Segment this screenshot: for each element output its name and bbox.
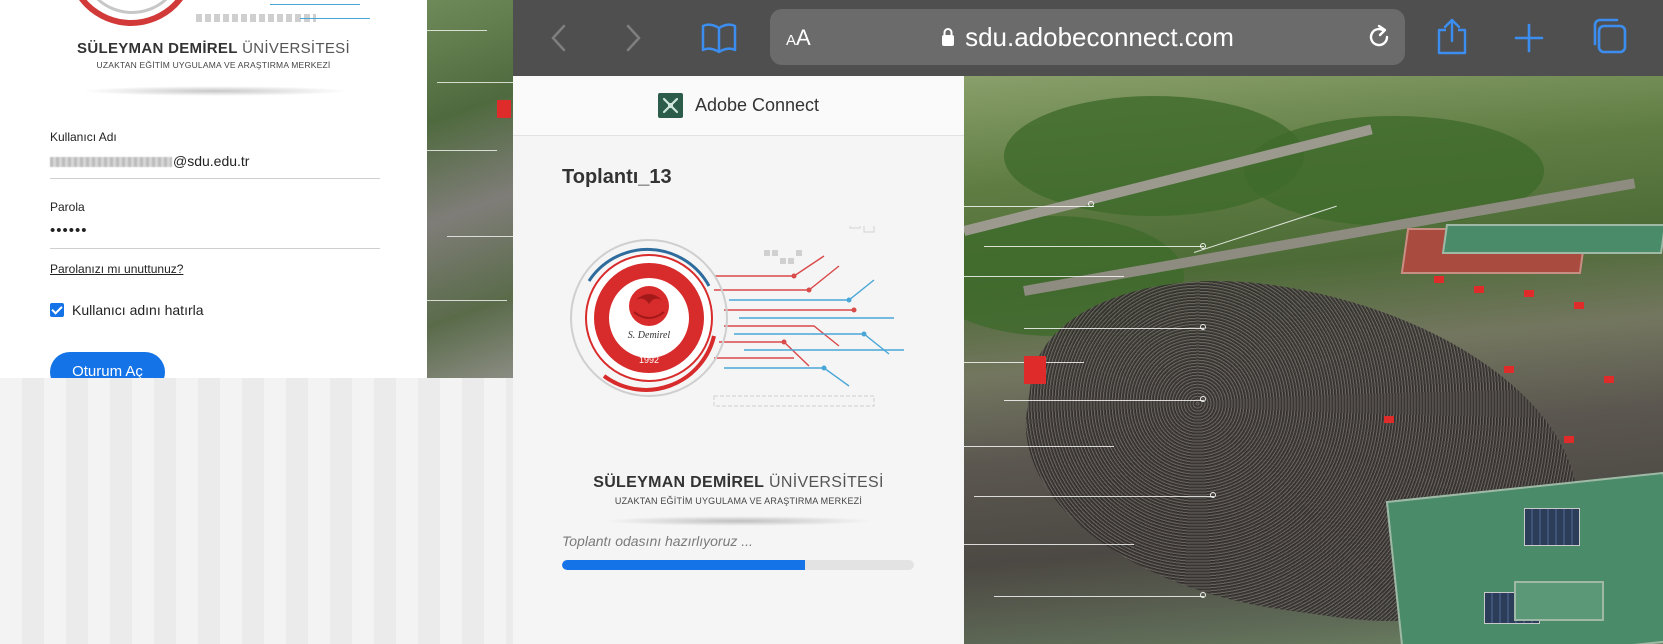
meeting-name: Toplantı_13: [562, 166, 672, 188]
adobe-connect-panel: Adobe Connect Toplantı_13 S. Demirel 199…: [513, 76, 964, 644]
address-bar[interactable]: AA sdu.adobeconnect.com: [770, 9, 1405, 65]
url-text: sdu.adobeconnect.com: [965, 21, 1234, 52]
logo-circuit-line: [300, 18, 370, 19]
forgot-password-link[interactable]: Parolanızı mı unuttunuz?: [50, 262, 183, 276]
username-underline: [50, 178, 380, 179]
remember-label: Kullanıcı adını hatırla: [72, 302, 204, 318]
connect-university-subtitle: UZAKTAN EĞİTİM UYGULAMA VE ARAŞTIRMA MER…: [614, 496, 863, 506]
login-background-photo: [427, 0, 513, 378]
password-field[interactable]: ••••••: [50, 222, 88, 239]
remember-username-option[interactable]: Kullanıcı adını hatırla: [50, 302, 204, 318]
tabs-icon[interactable]: [1589, 16, 1629, 56]
login-card: SÜLEYMAN DEMİREL ÜNİVERSİTESİ UZAKTAN EĞ…: [0, 0, 427, 378]
username-redacted: [50, 157, 172, 168]
loading-progress-fill: [562, 560, 805, 570]
remember-checkbox[interactable]: [50, 303, 64, 317]
logo-circuit-line: [270, 4, 360, 5]
forward-icon[interactable]: [613, 18, 653, 58]
logo-pixel-dots: [196, 14, 316, 22]
page-background: [0, 378, 513, 644]
username-label: Kullanıcı Adı: [50, 130, 117, 144]
loading-progress-bar: [562, 560, 914, 570]
username-field[interactable]: @sdu.edu.tr: [50, 153, 249, 169]
back-icon[interactable]: [539, 18, 579, 58]
new-tab-icon[interactable]: [1509, 18, 1549, 58]
svg-text:S. Demirel: S. Demirel: [628, 330, 671, 341]
login-university-title: SÜLEYMAN DEMİREL ÜNİVERSİTESİ: [77, 40, 350, 57]
lock-icon: [942, 28, 955, 46]
screenshot-stage: SÜLEYMAN DEMİREL ÜNİVERSİTESİ UZAKTAN EĞ…: [0, 0, 1663, 644]
login-university-subtitle: UZAKTAN EĞİTİM UYGULAMA VE ARAŞTIRMA MER…: [96, 60, 331, 70]
svg-text:1992: 1992: [639, 355, 659, 365]
university-seal-logo: S. Demirel 1992: [570, 226, 904, 407]
password-underline: [50, 248, 380, 249]
logo-shadow: [603, 516, 873, 526]
app-title: Adobe Connect: [694, 95, 820, 115]
password-label: Parola: [50, 200, 85, 214]
bookmarks-icon[interactable]: [699, 18, 739, 58]
connect-university-title: SÜLEYMAN DEMİREL ÜNİVERSİTESİ: [593, 474, 884, 491]
adobe-connect-header: Adobe Connect: [513, 76, 964, 136]
url-display[interactable]: sdu.adobeconnect.com: [770, 9, 1405, 65]
share-icon[interactable]: [1432, 16, 1472, 56]
logo-shadow: [80, 86, 350, 96]
campus-aerial-photo: [964, 76, 1663, 644]
login-button[interactable]: Oturum Aç: [50, 352, 165, 378]
loading-status-text: Toplantı odasını hazırlıyoruz ...: [562, 533, 753, 549]
adobe-connect-logo-icon: [657, 93, 683, 118]
reload-icon[interactable]: [1365, 23, 1393, 56]
